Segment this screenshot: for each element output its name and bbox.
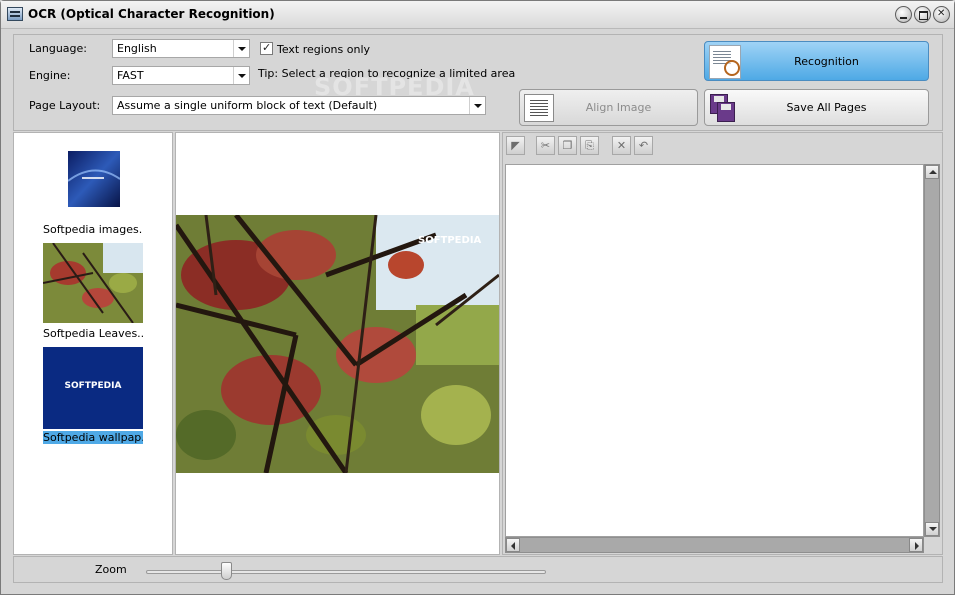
align-image-label: Align Image	[585, 101, 652, 114]
softpedia-watermark: SOFTPEDIA	[314, 73, 475, 101]
scroll-left-button[interactable]	[506, 538, 520, 552]
page-layout-label: Page Layout:	[29, 99, 101, 112]
cut-icon[interactable]: ✂	[536, 136, 555, 155]
thumbnail-logo-text: SOFTPEDIA	[64, 381, 122, 391]
delete-icon[interactable]: ✕	[612, 136, 631, 155]
maximize-button[interactable]	[914, 6, 931, 23]
first-page-icon[interactable]: ◤	[506, 136, 525, 155]
app-icon	[7, 7, 23, 21]
preview-watermark: SOFTPEDIA	[418, 235, 482, 246]
thumbnail-list[interactable]: Softpedia images.... Softpedia Leaves...…	[13, 132, 173, 555]
zoom-label: Zoom	[95, 563, 127, 576]
recognition-label: Recognition	[794, 54, 859, 68]
zoom-slider-thumb[interactable]	[221, 562, 232, 580]
image-preview-pane[interactable]: SOFTPEDIA	[175, 132, 500, 555]
engine-select[interactable]: FAST	[112, 66, 250, 85]
copy-icon[interactable]: ❐	[558, 136, 577, 155]
thumbnail-label: Softpedia images....	[43, 223, 143, 236]
thumbnail-label: Softpedia wallpap....	[43, 431, 143, 444]
close-button[interactable]	[933, 6, 950, 23]
save-all-pages-label: Save All Pages	[786, 101, 867, 114]
scroll-up-button[interactable]	[925, 165, 939, 179]
vertical-scrollbar[interactable]	[924, 164, 940, 537]
engine-label: Engine:	[29, 69, 71, 82]
thumbnail-item[interactable]: Softpedia images....	[43, 151, 143, 239]
paste-icon[interactable]: ⎘	[580, 136, 599, 155]
chevron-down-icon	[233, 40, 249, 57]
chevron-down-icon	[233, 67, 249, 84]
text-result-pane: ◤ ✂ ❐ ⎘ ✕ ↶	[502, 132, 943, 555]
thumbnail-item[interactable]: Softpedia Leaves....	[43, 243, 143, 343]
text-regions-checkbox[interactable]	[260, 41, 273, 55]
minimize-button[interactable]	[895, 6, 912, 23]
thumbnail-image	[68, 151, 120, 207]
ocr-text-area[interactable]	[505, 164, 924, 537]
text-regions-label: Text regions only	[277, 43, 371, 56]
zoom-slider-track[interactable]	[146, 570, 546, 574]
title-bar: OCR (Optical Character Recognition)	[1, 1, 954, 29]
scroll-down-button[interactable]	[925, 522, 939, 536]
horizontal-scrollbar[interactable]	[505, 537, 924, 553]
engine-value: FAST	[117, 69, 144, 82]
zoom-bar: Zoom	[13, 556, 943, 583]
settings-panel: Language: English Text regions only Engi…	[13, 34, 943, 131]
thumbnail-label: Softpedia Leaves....	[43, 327, 143, 340]
thumbnail-image	[43, 243, 143, 323]
language-label: Language:	[29, 42, 87, 55]
undo-icon[interactable]: ↶	[634, 136, 653, 155]
recognition-button[interactable]: Recognition	[704, 41, 929, 81]
language-value: English	[117, 42, 157, 55]
window-title: OCR (Optical Character Recognition)	[28, 7, 275, 21]
save-all-pages-button[interactable]: Save All Pages	[704, 89, 929, 126]
preview-image[interactable]: SOFTPEDIA	[176, 215, 499, 473]
align-image-button[interactable]: Align Image	[519, 89, 698, 126]
thumbnail-item-selected[interactable]: SOFTPEDIA Softpedia wallpap....	[43, 347, 143, 447]
scroll-right-button[interactable]	[909, 538, 923, 552]
language-select[interactable]: English	[112, 39, 250, 58]
ocr-window: OCR (Optical Character Recognition) Lang…	[0, 0, 955, 595]
